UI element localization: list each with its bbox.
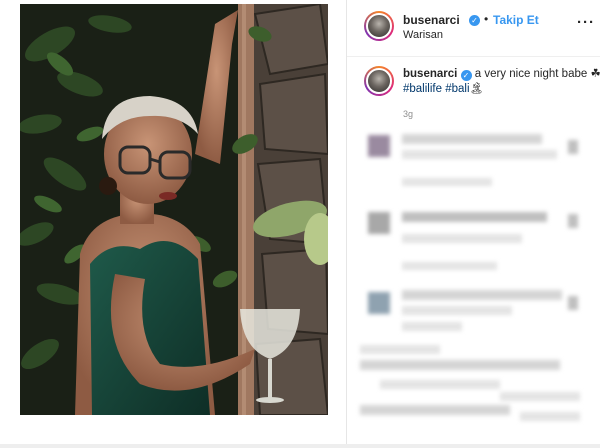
caption-text: a very nice night babe ☘ — [474, 68, 600, 80]
panel-divider — [346, 0, 347, 448]
comment-avatar-blur — [368, 135, 390, 157]
comment-avatar-blur — [368, 212, 390, 234]
post-header: busenarci ✓ • Takip Et Warisan ··· — [347, 0, 600, 57]
comment-blur — [402, 290, 562, 300]
bottom-divider — [0, 444, 600, 448]
comment-blur — [402, 262, 497, 270]
post-photo — [20, 4, 328, 415]
separator-dot: • — [484, 12, 489, 26]
island-emoji-icon: 🏝 — [469, 83, 485, 95]
like-icon-blur — [568, 296, 578, 310]
verified-badge-icon: ✓ — [469, 15, 480, 26]
comment-blur — [360, 345, 440, 354]
comment-blur — [402, 134, 542, 144]
like-icon-blur — [568, 140, 578, 154]
comment-blur — [402, 306, 512, 315]
caption-username[interactable]: busenarci — [403, 68, 457, 80]
hashtag-bali[interactable]: #bali — [445, 83, 469, 95]
location-link[interactable]: Warisan — [403, 29, 443, 41]
comment-blur — [402, 212, 547, 222]
post-photo-image — [20, 4, 328, 415]
more-options-icon[interactable]: ··· — [577, 14, 595, 31]
follow-button[interactable]: Takip Et — [493, 13, 539, 27]
comment-blur — [380, 380, 500, 389]
username-link[interactable]: busenarci — [403, 13, 460, 27]
comment-blur — [360, 405, 510, 415]
like-icon-blur — [568, 214, 578, 228]
caption-avatar[interactable] — [364, 66, 394, 96]
post-time: 3g — [403, 109, 414, 119]
avatar[interactable] — [364, 11, 394, 41]
comment-blur — [360, 360, 560, 370]
comment-blur — [520, 412, 580, 421]
comment-avatar-blur — [368, 292, 390, 314]
caption-verified-icon: ✓ — [460, 70, 472, 81]
comment-blur — [402, 234, 522, 243]
comment-blur — [402, 150, 557, 159]
caption: busenarci ✓ a very nice night babe ☘ #ba… — [403, 67, 600, 97]
hashtag-balilife[interactable]: #balilife — [403, 83, 442, 95]
comment-blur — [402, 178, 492, 186]
comment-blur — [500, 392, 580, 401]
comment-blur — [402, 322, 462, 331]
